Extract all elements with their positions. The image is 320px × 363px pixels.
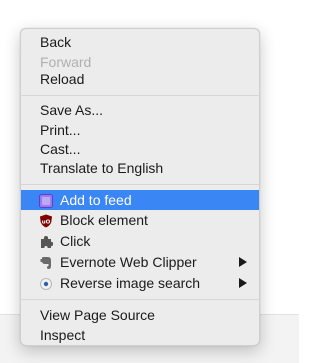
reverse-image-search-icon bbox=[39, 276, 53, 290]
puzzle-piece-icon bbox=[39, 234, 54, 248]
menu-separator bbox=[21, 299, 259, 300]
submenu-arrow-icon bbox=[239, 257, 247, 267]
menu-item-block-element[interactable]: uO Block element bbox=[21, 210, 259, 230]
menu-item-add-to-feed[interactable]: Add to feed bbox=[21, 190, 259, 210]
menu-item-evernote-web-clipper[interactable]: Evernote Web Clipper bbox=[21, 252, 259, 272]
menu-item-translate[interactable]: Translate to English bbox=[21, 158, 259, 178]
add-to-feed-icon bbox=[39, 193, 53, 208]
menu-item-back[interactable]: Back bbox=[21, 32, 259, 52]
menu-item-label: Reload bbox=[40, 71, 85, 87]
menu-item-label: Back bbox=[40, 34, 72, 50]
evernote-elephant-icon bbox=[39, 255, 53, 269]
menu-item-label: Evernote Web Clipper bbox=[60, 254, 197, 270]
menu-item-label: Reverse image search bbox=[60, 275, 201, 291]
menu-item-reload[interactable]: Reload bbox=[21, 69, 259, 89]
menu-item-label: Translate to English bbox=[40, 160, 164, 176]
menu-separator bbox=[21, 95, 259, 96]
menu-item-reverse-image-search[interactable]: Reverse image search bbox=[21, 273, 259, 293]
menu-item-label: Print... bbox=[40, 122, 81, 138]
ublock-shield-icon: uO bbox=[39, 213, 53, 228]
menu-item-cast[interactable]: Cast... bbox=[21, 139, 259, 159]
menu-item-click[interactable]: Click bbox=[21, 231, 259, 251]
menu-item-inspect[interactable]: Inspect bbox=[21, 325, 259, 345]
menu-item-print[interactable]: Print... bbox=[21, 120, 259, 140]
menu-item-view-page-source[interactable]: View Page Source bbox=[21, 305, 259, 325]
menu-separator bbox=[21, 184, 259, 185]
submenu-arrow-icon bbox=[239, 278, 247, 288]
menu-item-label: Inspect bbox=[40, 327, 86, 343]
menu-item-label: View Page Source bbox=[40, 307, 155, 323]
menu-item-label: Cast... bbox=[40, 141, 81, 157]
menu-item-label: Click bbox=[60, 233, 91, 249]
context-menu: Back Forward Reload Save As... Print... … bbox=[20, 28, 260, 346]
menu-item-label: Add to feed bbox=[60, 192, 132, 208]
svg-text:uO: uO bbox=[42, 219, 51, 225]
menu-item-label: Block element bbox=[60, 212, 148, 228]
menu-item-save-as[interactable]: Save As... bbox=[21, 100, 259, 120]
menu-item-label: Save As... bbox=[40, 102, 104, 118]
